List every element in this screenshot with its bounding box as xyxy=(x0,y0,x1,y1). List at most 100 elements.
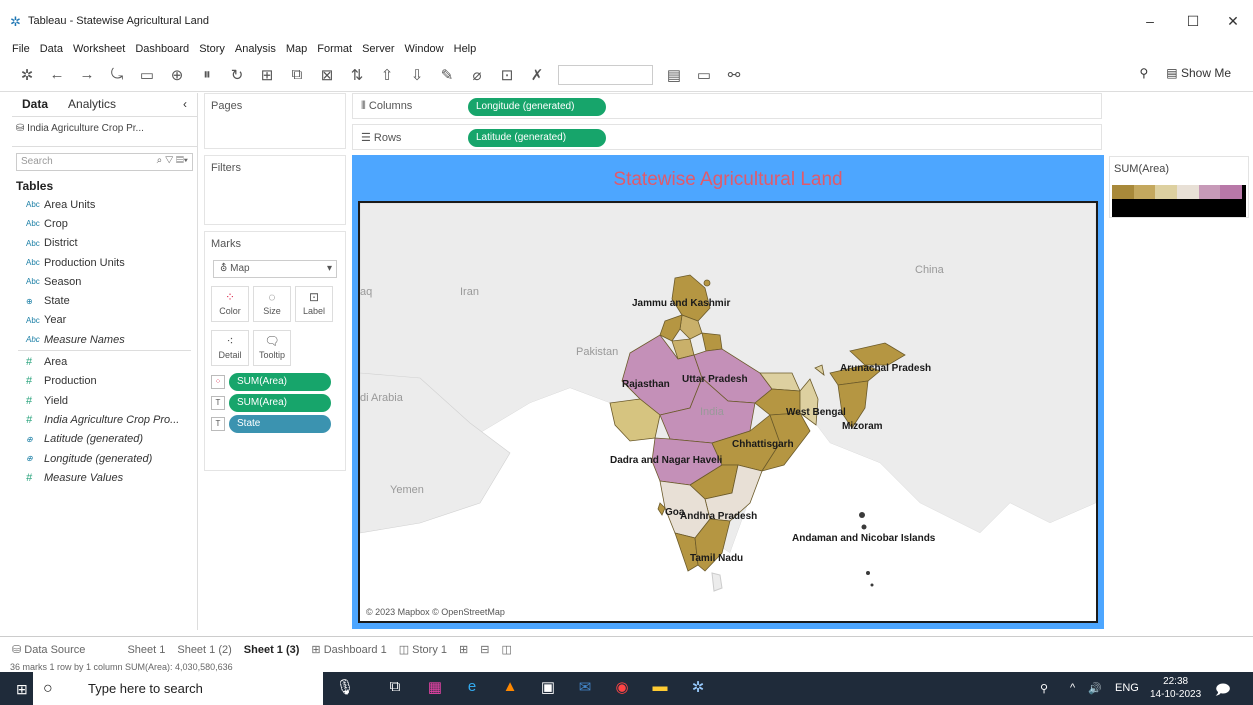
sort-asc-icon[interactable]: ⇧ xyxy=(378,66,396,84)
tab-data[interactable]: Data xyxy=(12,93,58,116)
tab-analytics[interactable]: Analytics xyxy=(58,93,126,116)
forward-icon[interactable]: → xyxy=(78,66,96,83)
redo-icon[interactable]: ⤿ xyxy=(108,66,126,83)
map-view[interactable]: China Iran Pakistan di Arabia Yemen aq I… xyxy=(358,201,1098,623)
notifications-icon[interactable]: 🗩 xyxy=(1215,679,1231,703)
menu-server[interactable]: Server xyxy=(362,43,394,55)
latitude-pill[interactable]: Latitude (generated) xyxy=(468,129,606,147)
menu-format[interactable]: Format xyxy=(317,43,352,55)
group-icon[interactable]: ⌀ xyxy=(468,66,486,84)
tab-sheet1-3[interactable]: Sheet 1 (3) xyxy=(244,644,300,656)
tableau-taskbar-icon[interactable]: ✲ xyxy=(688,678,708,698)
tab-story1[interactable]: ◫ Story 1 xyxy=(399,643,447,656)
system-clock[interactable]: 22:38 14-10-2023 xyxy=(1150,675,1201,701)
new-dashboard-tab-icon[interactable]: ⊟ xyxy=(480,643,489,656)
tab-sheet1[interactable]: Sheet 1 xyxy=(127,644,165,656)
menu-data[interactable]: Data xyxy=(40,43,63,55)
field-item[interactable]: Abc Measure Names xyxy=(12,330,197,349)
search-icon[interactable]: ⌕ ▽ ▤▾ xyxy=(157,155,188,166)
store-icon[interactable]: ▣ xyxy=(538,678,558,698)
tableau-home-icon[interactable]: ✲ xyxy=(18,66,36,84)
format-icon[interactable]: ✗ xyxy=(528,66,546,84)
clear-sheet-icon[interactable]: ⊠ xyxy=(318,66,336,84)
size-button[interactable]: ◌ Size xyxy=(253,286,291,322)
vlc-icon[interactable]: ▲ xyxy=(500,678,520,698)
field-item[interactable]: ⊕ Latitude (generated) xyxy=(12,430,197,449)
highlight-icon[interactable]: ✎ xyxy=(438,66,456,84)
color-legend[interactable]: SUM(Area) xyxy=(1109,156,1249,218)
duplicate-icon[interactable]: ⧉ xyxy=(288,66,306,83)
field-item[interactable]: ⊕ Longitude (generated) xyxy=(12,449,197,468)
new-datasource-icon[interactable]: ⊕ xyxy=(168,66,186,84)
people-icon[interactable]: ⚲ xyxy=(1040,682,1048,695)
field-item[interactable]: Abc Season xyxy=(12,272,197,291)
color-button[interactable]: ⁘ Color xyxy=(211,286,249,322)
file-explorer-icon[interactable]: ▬ xyxy=(650,678,670,698)
label-button[interactable]: ⊡ Label xyxy=(295,286,333,322)
volume-icon[interactable]: 🔊 xyxy=(1088,682,1102,695)
menu-map[interactable]: Map xyxy=(286,43,307,55)
menu-file[interactable]: File xyxy=(12,43,30,55)
collapse-icon[interactable]: ‹ xyxy=(173,93,197,116)
menu-worksheet[interactable]: Worksheet xyxy=(73,43,125,55)
minimize-button[interactable]: – xyxy=(1130,10,1170,32)
rows-shelf[interactable]: ☰ Rows Latitude (generated) xyxy=(352,124,1102,150)
field-item[interactable]: Abc Crop xyxy=(12,214,197,233)
mail-icon[interactable]: ✉ xyxy=(575,678,595,698)
show-cards-icon[interactable]: ▤ xyxy=(665,66,683,84)
presentation-icon[interactable]: ▭ xyxy=(695,66,713,84)
tooltip-button[interactable]: 🗨 Tooltip xyxy=(253,330,291,366)
refresh-icon[interactable]: ↻ xyxy=(228,66,246,84)
back-icon[interactable]: ← xyxy=(48,66,66,83)
edge-icon[interactable]: e xyxy=(462,678,482,698)
task-view-icon[interactable]: ⧉ xyxy=(385,678,405,698)
close-button[interactable]: ✕ xyxy=(1213,10,1253,32)
color-pill[interactable]: SUM(Area) xyxy=(229,373,331,391)
field-item[interactable]: # India Agriculture Crop Pro... xyxy=(12,410,197,429)
menu-dashboard[interactable]: Dashboard xyxy=(135,43,189,55)
datasource-item[interactable]: ⛁ India Agriculture Crop Pr... xyxy=(12,117,197,147)
new-worksheet-tab-icon[interactable]: ⊞ xyxy=(459,643,468,656)
taskbar-search[interactable]: ○ Type here to search xyxy=(33,672,323,705)
map-copyright[interactable]: © 2023 Mapbox © OpenStreetMap xyxy=(366,607,505,617)
maximize-button[interactable]: ☐ xyxy=(1173,10,1213,32)
tray-chevron-icon[interactable]: ^ xyxy=(1070,682,1075,694)
columns-shelf[interactable]: ⦀ Columns Longitude (generated) xyxy=(352,93,1102,119)
field-item[interactable]: # Yield xyxy=(12,391,197,410)
menu-story[interactable]: Story xyxy=(199,43,225,55)
detail-button[interactable]: ⁖ Detail xyxy=(211,330,249,366)
windows-start-icon[interactable]: ⊞ xyxy=(16,681,28,698)
label-pill-area[interactable]: SUM(Area) xyxy=(229,394,331,412)
sort-desc-icon[interactable]: ⇩ xyxy=(408,66,426,84)
share-icon[interactable]: ⚯ xyxy=(725,66,743,84)
chrome-icon[interactable]: ◉ xyxy=(612,678,632,698)
menu-analysis[interactable]: Analysis xyxy=(235,43,276,55)
menu-help[interactable]: Help xyxy=(454,43,477,55)
filters-card[interactable]: Filters xyxy=(204,155,346,225)
tab-dashboard1[interactable]: ⊞ Dashboard 1 xyxy=(311,643,386,656)
tab-sheet1-2[interactable]: Sheet 1 (2) xyxy=(177,644,231,656)
language-indicator[interactable]: ENG xyxy=(1115,682,1139,694)
field-item[interactable]: Abc Year xyxy=(12,311,197,330)
longitude-pill[interactable]: Longitude (generated) xyxy=(468,98,606,116)
pause-updates-icon[interactable]: ⏸ xyxy=(198,66,216,83)
save-icon[interactable]: ▭ xyxy=(138,66,156,84)
field-item[interactable]: # Area xyxy=(12,352,197,371)
paint-app-icon[interactable]: ▦ xyxy=(425,678,445,698)
mark-type-dropdown[interactable]: ⛢ Map ▾ xyxy=(213,260,337,278)
new-story-tab-icon[interactable]: ◫ xyxy=(501,643,511,656)
field-item[interactable]: # Measure Values xyxy=(12,468,197,487)
microphone-icon[interactable]: 🎙 xyxy=(335,678,355,698)
field-item[interactable]: Abc Production Units xyxy=(12,253,197,272)
field-item[interactable]: Abc Area Units xyxy=(12,195,197,214)
field-search-input[interactable]: Search ⌕ ▽ ▤▾ xyxy=(16,153,193,171)
pages-card[interactable]: Pages xyxy=(204,93,346,149)
field-item[interactable]: ⊕ State xyxy=(12,291,197,310)
fit-dropdown[interactable] xyxy=(558,64,653,85)
swap-icon[interactable]: ⇅ xyxy=(348,66,366,84)
menu-window[interactable]: Window xyxy=(405,43,444,55)
field-item[interactable]: Abc District xyxy=(12,234,197,253)
field-item[interactable]: # Production xyxy=(12,372,197,391)
show-labels-icon[interactable]: ⊡ xyxy=(498,66,516,84)
tab-data-source[interactable]: ⛁ Data Source xyxy=(12,643,85,656)
